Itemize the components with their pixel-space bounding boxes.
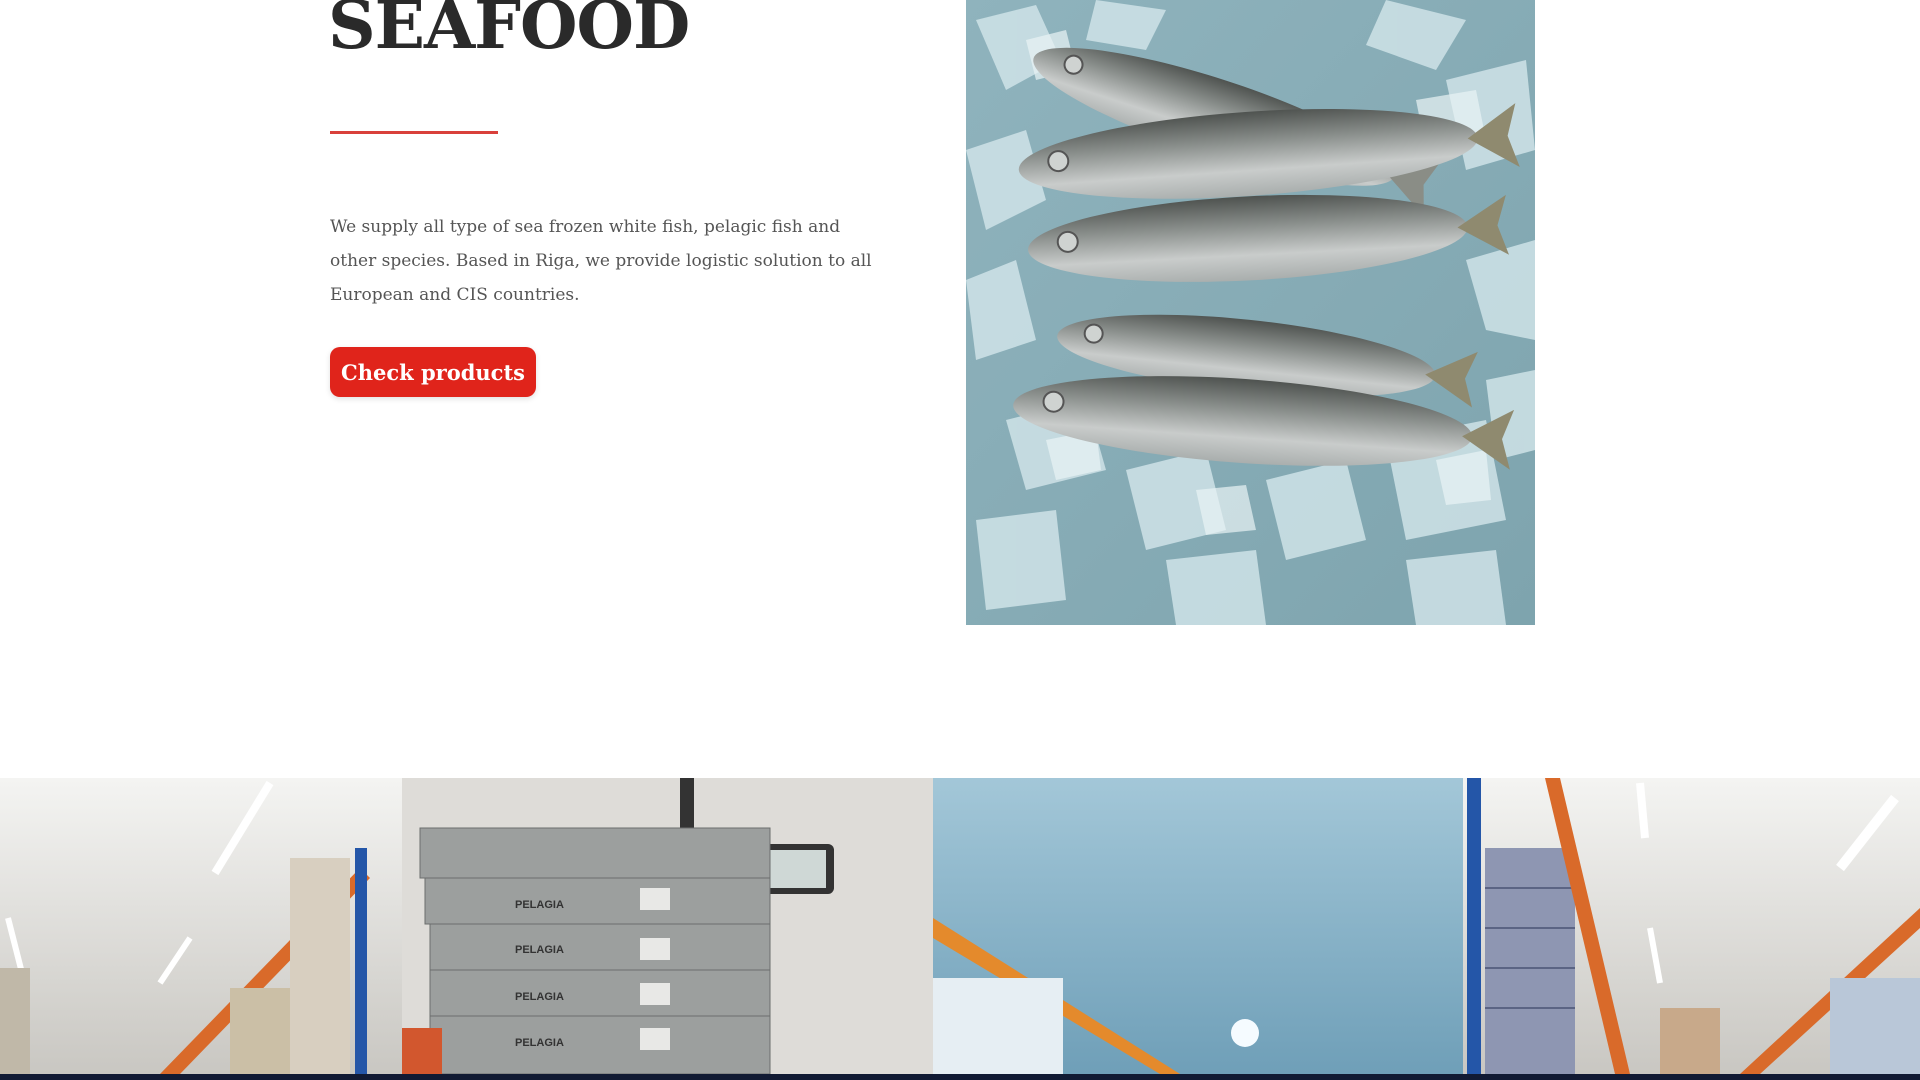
- svg-text:PELAGIA: PELAGIA: [515, 991, 564, 1003]
- fish-photo: [966, 0, 1535, 625]
- svg-text:PELAGIA: PELAGIA: [515, 1037, 564, 1049]
- page: SEAFOOD We supply all type of sea frozen…: [0, 0, 1920, 1080]
- svg-text:PELAGIA: PELAGIA: [515, 899, 564, 911]
- page-title: SEAFOOD: [328, 0, 690, 64]
- fish-on-ice-image: [966, 0, 1535, 625]
- hero-description: We supply all type of sea frozen white f…: [330, 217, 872, 305]
- title-underline: [330, 131, 498, 134]
- warehouse-photo-strip: PELAGIA PELAGIA PELAGIA PELAGIA: [0, 778, 1920, 1074]
- check-products-button[interactable]: Check products: [330, 347, 536, 397]
- bottom-bar: [0, 1074, 1920, 1080]
- warehouse-image: PELAGIA PELAGIA PELAGIA PELAGIA: [0, 778, 1920, 1074]
- svg-text:PELAGIA: PELAGIA: [515, 944, 564, 956]
